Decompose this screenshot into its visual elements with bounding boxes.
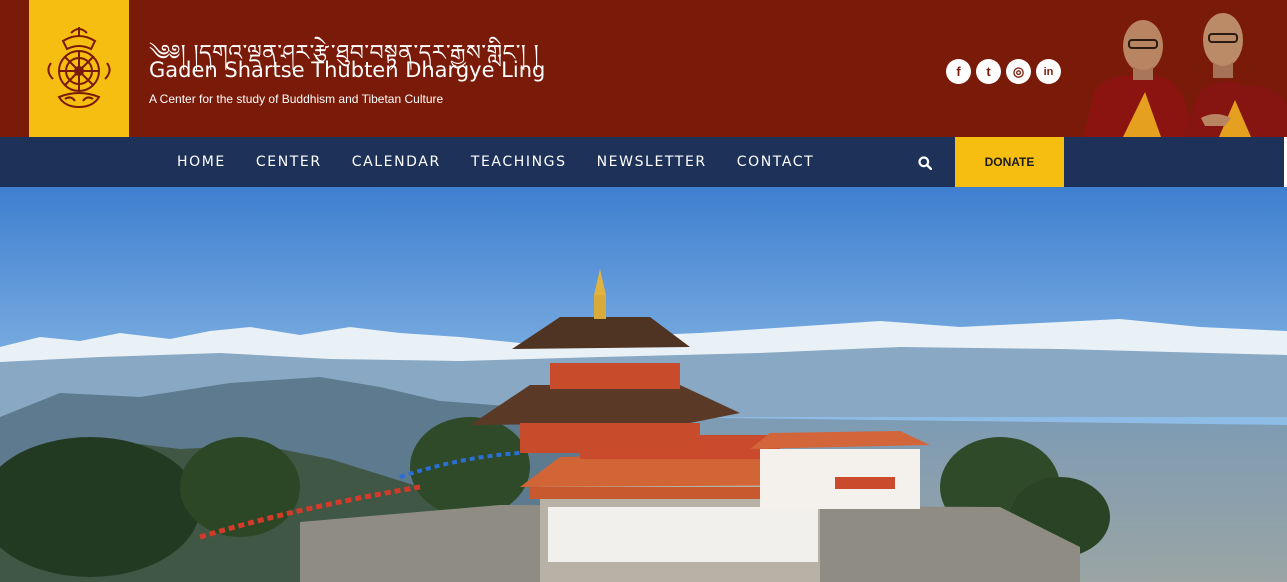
search-icon (918, 156, 932, 170)
site-header: ༄༅། །དགའ་ལྡན་ཤར་རྩེ་ཐུབ་བསྟན་དར་རྒྱས་གླི… (0, 0, 1287, 137)
temple-landscape-image (0, 187, 1287, 582)
nav-item-teachings[interactable]: TEACHINGS (471, 154, 567, 170)
instagram-icon[interactable]: ◎ (1006, 59, 1031, 84)
main-navigation: HOME CENTER CALENDAR TEACHINGS NEWSLETTE… (0, 137, 1284, 187)
logo[interactable] (29, 0, 129, 137)
nav-item-home[interactable]: HOME (177, 154, 226, 170)
search-button[interactable] (912, 150, 938, 176)
social-links: f t ◎ in (946, 59, 1061, 84)
lamas-portrait-image (1083, 13, 1287, 137)
twitter-icon[interactable]: t (976, 59, 1001, 84)
nav-item-calendar[interactable]: CALENDAR (352, 154, 441, 170)
site-title[interactable]: Gaden Shartse Thubten Dhargye Ling (149, 58, 545, 82)
dharma-wheel-emblem-icon (47, 26, 111, 108)
nav-item-contact[interactable]: CONTACT (737, 154, 815, 170)
hero-banner-image (0, 187, 1287, 582)
nav-item-center[interactable]: CENTER (256, 154, 322, 170)
donate-button[interactable]: DONATE (955, 137, 1064, 187)
site-tagline: A Center for the study of Buddhism and T… (149, 92, 444, 106)
nav-item-newsletter[interactable]: NEWSLETTER (597, 154, 707, 170)
linkedin-icon[interactable]: in (1036, 59, 1061, 84)
facebook-icon[interactable]: f (946, 59, 971, 84)
